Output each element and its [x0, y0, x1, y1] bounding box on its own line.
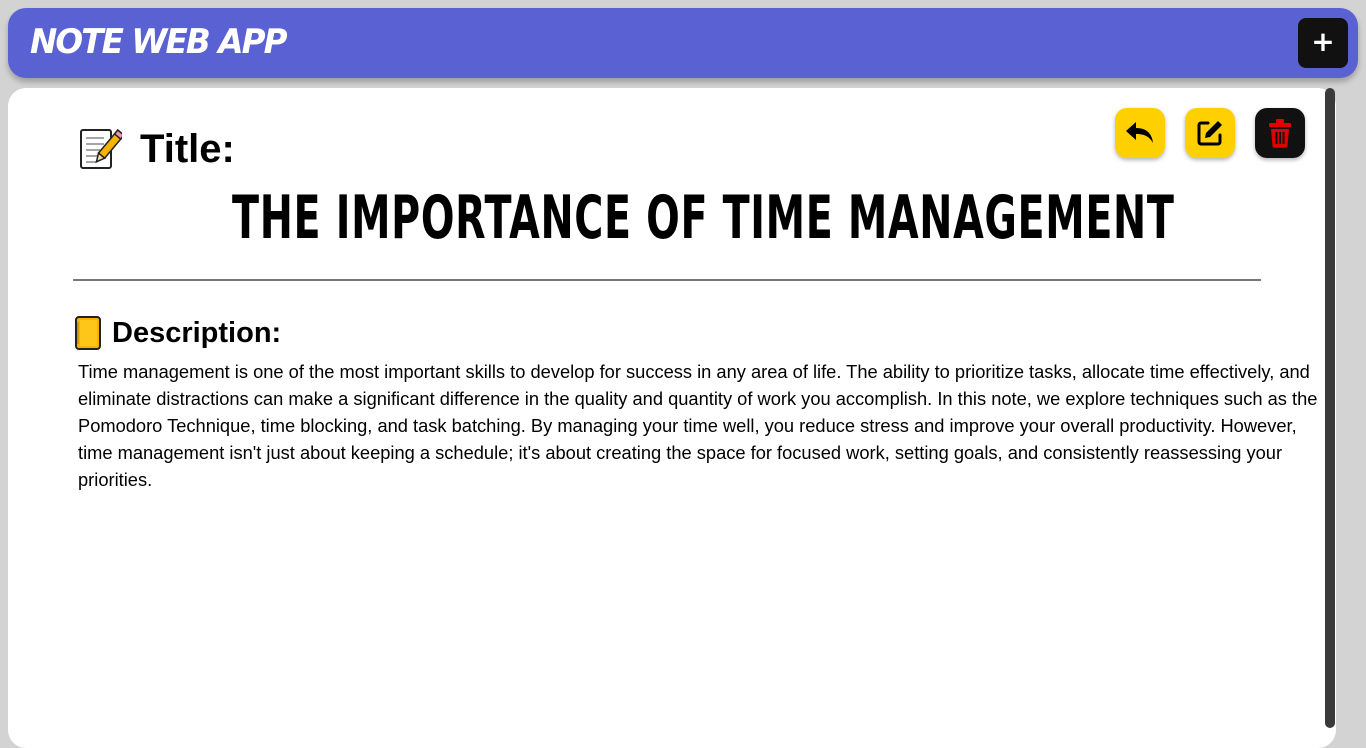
divider: [73, 279, 1261, 281]
back-button[interactable]: [1115, 108, 1165, 158]
plus-icon: +: [1311, 25, 1335, 58]
scrollbar[interactable]: [1325, 88, 1335, 728]
reply-arrow-icon: [1126, 122, 1153, 143]
title-label-text: Title:: [140, 126, 235, 171]
app-title: NOTE WEB APP: [30, 22, 288, 62]
description-label-text: Description:: [112, 316, 282, 349]
memo-icon: [80, 129, 122, 169]
note-detail-card: Title: THE IMPORTANCE OF TIME MANAGEMENT…: [8, 88, 1336, 748]
add-note-button[interactable]: +: [1298, 18, 1348, 68]
edit-button[interactable]: [1185, 108, 1235, 158]
note-title: THE IMPORTANCE OF TIME MANAGEMENT: [232, 183, 1175, 253]
notebook-icon: [75, 316, 101, 350]
edit-icon: [1197, 121, 1222, 146]
delete-button[interactable]: [1255, 108, 1305, 158]
title-label: Title:: [76, 126, 235, 172]
description-label: Description:: [74, 316, 281, 350]
navbar: NOTE WEB APP +: [8, 8, 1358, 78]
note-description: Time management is one of the most impor…: [78, 361, 1318, 490]
trash-icon: [1269, 119, 1291, 148]
